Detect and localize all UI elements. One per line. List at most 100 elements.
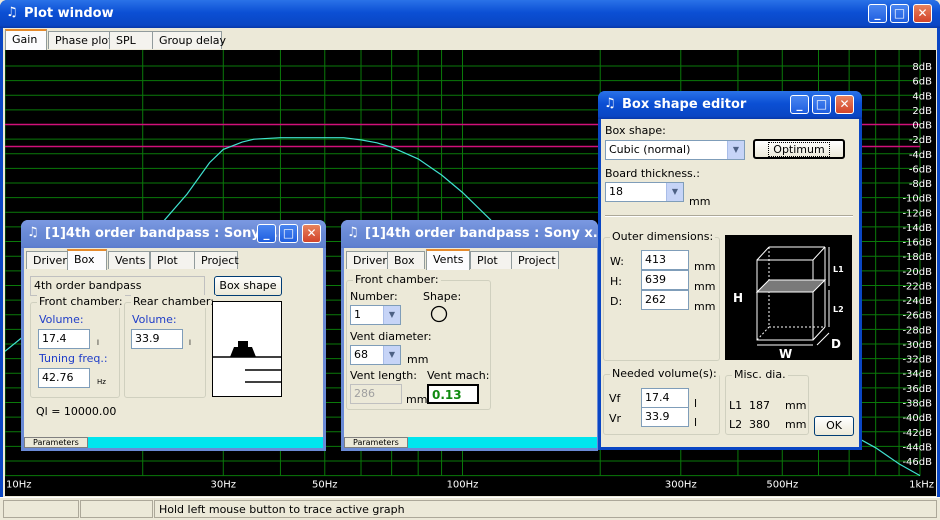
tab-spl[interactable]: SPL bbox=[109, 31, 153, 49]
tab-box[interactable]: Box bbox=[387, 251, 425, 269]
height-input[interactable]: 639 bbox=[641, 270, 689, 290]
app-icon: ♫ bbox=[27, 225, 39, 240]
l1-value: 187 bbox=[749, 399, 770, 412]
chevron-down-icon[interactable]: ▼ bbox=[727, 141, 744, 159]
close-icon[interactable]: ✕ bbox=[835, 95, 854, 114]
y-tick-label: -42dB bbox=[902, 428, 932, 439]
tab-phase-plot[interactable]: Phase plot bbox=[48, 31, 112, 49]
minimize-icon[interactable]: _ bbox=[868, 4, 887, 23]
optimum-button[interactable]: Optimum bbox=[753, 139, 845, 159]
height-unit: mm bbox=[694, 280, 716, 293]
tab-gain[interactable]: Gain bbox=[5, 29, 47, 50]
tab-plot[interactable]: Plot bbox=[150, 251, 195, 269]
tab-project[interactable]: Project bbox=[194, 251, 239, 269]
maximize-icon[interactable]: □ bbox=[812, 95, 831, 114]
tab-project[interactable]: Project bbox=[511, 251, 559, 269]
ok-button[interactable]: OK bbox=[814, 416, 854, 436]
y-tick-label: 0dB bbox=[912, 121, 932, 132]
chevron-down-icon[interactable]: ▼ bbox=[383, 306, 400, 324]
tab-driver[interactable]: Driver bbox=[346, 251, 388, 269]
vent-number-select[interactable]: 1 ▼ bbox=[350, 305, 401, 325]
width-input[interactable]: 413 bbox=[641, 250, 689, 270]
parameters-bar: Parameters bbox=[24, 437, 323, 448]
vent-diameter-label: Vent diameter: bbox=[350, 330, 432, 343]
y-tick-label: -8dB bbox=[909, 179, 932, 190]
board-thickness-select[interactable]: 18 ▼ bbox=[605, 182, 684, 202]
x-tick-label: 30Hz bbox=[211, 480, 237, 491]
y-tick-label: 4dB bbox=[912, 91, 932, 102]
box-shape-editor-title: Box shape editor bbox=[622, 97, 747, 112]
vf-field[interactable]: 17.4 bbox=[641, 388, 689, 408]
box-type-field[interactable]: 4th order bandpass bbox=[30, 276, 205, 296]
y-tick-label: -10dB bbox=[902, 194, 932, 205]
status-cell-empty-2 bbox=[80, 500, 153, 518]
depth-label: D: bbox=[610, 295, 623, 308]
l1-label: L1 bbox=[729, 399, 743, 412]
optimum-button-label: Optimum bbox=[768, 142, 830, 157]
tab-group-delay[interactable]: Group delay bbox=[152, 31, 226, 49]
diagram-label-l2: L2 bbox=[833, 305, 844, 314]
vent-length-field[interactable]: 286 bbox=[350, 384, 402, 404]
rear-volume-input[interactable]: 33.9 bbox=[131, 329, 183, 349]
vr-field[interactable]: 33.9 bbox=[641, 407, 689, 427]
plot-window-titlebar[interactable]: ♫ Plot window _ □ ✕ bbox=[0, 0, 940, 28]
tuning-freq-input[interactable]: 42.76 bbox=[38, 368, 90, 388]
app-icon: ♫ bbox=[604, 96, 616, 111]
y-tick-label: -16dB bbox=[902, 238, 932, 249]
vent-front-chamber-label: Front chamber: bbox=[353, 273, 441, 286]
chevron-down-icon[interactable]: ▼ bbox=[383, 346, 400, 364]
tab-driver[interactable]: Driver bbox=[26, 251, 68, 269]
height-label: H: bbox=[610, 275, 622, 288]
l2-unit: mm bbox=[785, 418, 807, 431]
maximize-icon[interactable]: □ bbox=[279, 224, 298, 243]
tuning-freq-unit: Hz bbox=[97, 378, 106, 386]
outer-dimensions-label: Outer dimensions: bbox=[610, 230, 716, 243]
y-tick-label: -30dB bbox=[902, 340, 932, 351]
parameters-bar: Parameters bbox=[344, 437, 597, 448]
minimize-icon[interactable]: _ bbox=[790, 95, 809, 114]
box-window-titlebar[interactable]: ♫ [1]4th order bandpass : Sony x... _ □ … bbox=[21, 220, 326, 248]
y-tick-label: 6dB bbox=[912, 77, 932, 88]
depth-input[interactable]: 262 bbox=[641, 290, 689, 310]
width-unit: mm bbox=[694, 260, 716, 273]
board-thickness-label: Board thickness.: bbox=[605, 167, 700, 180]
vents-window-titlebar[interactable]: ♫ [1]4th order bandpass : Sony x... bbox=[341, 220, 608, 248]
y-tick-label: 8dB bbox=[912, 62, 932, 73]
diagram-label-w: W bbox=[779, 347, 792, 360]
rear-chamber-label: Rear chamber: bbox=[131, 295, 216, 308]
tab-vents[interactable]: Vents bbox=[108, 251, 150, 269]
round-vent-icon[interactable] bbox=[430, 305, 448, 323]
vent-diameter-select[interactable]: 68 ▼ bbox=[350, 345, 401, 365]
tab-plot[interactable]: Plot bbox=[470, 251, 512, 269]
box-shape-button[interactable]: Box shape bbox=[214, 276, 282, 296]
board-thickness-unit: mm bbox=[689, 195, 711, 208]
l1-unit: mm bbox=[785, 399, 807, 412]
y-tick-label: -6dB bbox=[909, 164, 932, 175]
minimize-icon[interactable]: _ bbox=[257, 224, 276, 243]
tab-box[interactable]: Box bbox=[67, 249, 107, 270]
y-tick-label: -18dB bbox=[902, 252, 932, 263]
y-tick-label: -26dB bbox=[902, 311, 932, 322]
vent-length-label: Vent length: bbox=[350, 369, 417, 382]
y-tick-label: -28dB bbox=[902, 325, 932, 336]
box-window-title: [1]4th order bandpass : Sony x... bbox=[45, 226, 288, 241]
y-tick-label: -32dB bbox=[902, 355, 932, 366]
parameters-tab[interactable]: Parameters bbox=[24, 437, 88, 448]
close-icon[interactable]: ✕ bbox=[302, 224, 321, 243]
close-icon[interactable]: ✕ bbox=[913, 4, 932, 23]
l2-value: 380 bbox=[749, 418, 770, 431]
maximize-icon[interactable]: □ bbox=[890, 4, 909, 23]
parameters-tab[interactable]: Parameters bbox=[344, 437, 408, 448]
tab-vents[interactable]: Vents bbox=[426, 249, 470, 270]
front-volume-input[interactable]: 17.4 bbox=[38, 329, 90, 349]
box-shape-editor-titlebar[interactable]: ♫ Box shape editor _ □ ✕ bbox=[598, 91, 862, 119]
status-bar: Hold left mouse button to trace active g… bbox=[0, 497, 940, 520]
vf-unit: l bbox=[694, 397, 698, 410]
box-shape-select[interactable]: Cubic (normal) ▼ bbox=[605, 140, 745, 160]
x-tick-label: 300Hz bbox=[665, 480, 697, 491]
vent-number-value: 1 bbox=[354, 308, 361, 321]
box-shape-label: Box shape: bbox=[605, 124, 666, 137]
front-chamber-label: Front chamber: bbox=[37, 295, 125, 308]
y-tick-label: -22dB bbox=[902, 281, 932, 292]
chevron-down-icon[interactable]: ▼ bbox=[666, 183, 683, 201]
